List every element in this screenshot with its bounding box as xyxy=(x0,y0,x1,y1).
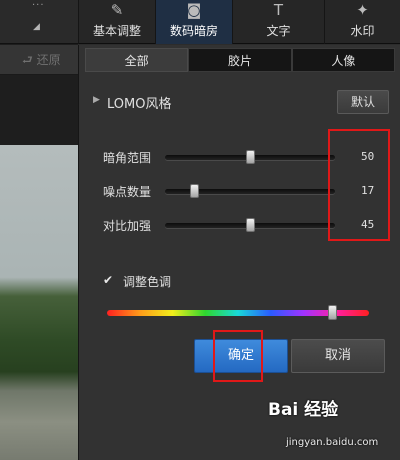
photo-preview xyxy=(0,145,78,460)
tool-digital-darkroom[interactable]: ◙ 数码暗房 xyxy=(155,0,232,44)
undo-button[interactable]: ⮐ 还原 xyxy=(22,51,61,72)
slider-label: 暗角范围 xyxy=(103,151,152,165)
text-icon: T xyxy=(273,1,284,19)
tool-label: 文字 xyxy=(266,24,291,38)
tool-label: 基本调整 xyxy=(92,24,141,38)
color-adjust-checkbox[interactable]: ✔ xyxy=(103,274,116,287)
darkroom-icon: ◙ xyxy=(186,1,202,19)
hue-slider[interactable] xyxy=(107,305,369,320)
tool-watermark[interactable]: ✦ 水印 xyxy=(324,0,400,44)
cancel-button[interactable]: 取消 xyxy=(291,339,385,373)
slider-label: 对比加强 xyxy=(103,219,152,233)
undo-label: 还原 xyxy=(36,53,61,67)
adjust-icon: ✎ xyxy=(110,1,124,19)
watermark-url: jingyan.baidu.com xyxy=(286,437,379,448)
tab-all[interactable]: 全部 xyxy=(85,48,189,72)
watermark-icon: ✦ xyxy=(356,1,369,19)
watermark-brand: Bai 经验 xyxy=(268,400,339,420)
slider-track[interactable] xyxy=(165,184,335,198)
undo-bar: ⮐ 还原 xyxy=(0,45,78,75)
preset-name: LOMO风格 xyxy=(107,97,172,112)
tab-portrait[interactable]: 人像 xyxy=(291,48,395,72)
default-button[interactable]: 默认 xyxy=(337,90,389,114)
tab-film[interactable]: 胶片 xyxy=(188,48,292,72)
slider-track[interactable] xyxy=(165,218,335,232)
slider-thumb[interactable] xyxy=(189,184,199,198)
expand-arrow-icon[interactable]: ▶ xyxy=(93,95,100,105)
undo-icon: ⮐ xyxy=(22,53,33,67)
tool-label: 水印 xyxy=(350,24,375,38)
menu-dots-icon[interactable]: ··· xyxy=(32,0,45,11)
collapse-triangle-icon[interactable]: ◢ xyxy=(33,22,40,32)
tool-basic-adjust[interactable]: ✎ 基本调整 xyxy=(78,0,155,44)
slider-label: 噪点数量 xyxy=(103,185,152,199)
tool-text[interactable]: T 文字 xyxy=(232,0,324,44)
color-adjust-label: 调整色调 xyxy=(123,275,172,289)
filter-tabs: 全部 胶片 人像 xyxy=(85,48,395,72)
top-toolbar: ✎ 基本调整 ◙ 数码暗房 T 文字 ✦ 水印 xyxy=(78,0,400,44)
canvas-area: ··· ◢ ⮐ 还原 xyxy=(0,0,78,460)
highlight-box-ok xyxy=(213,330,263,382)
hue-slider-thumb[interactable] xyxy=(328,305,338,320)
highlight-box-values xyxy=(328,129,390,241)
left-header: ··· ◢ xyxy=(0,0,78,44)
preset-header: ▶ LOMO风格 默认 xyxy=(93,87,389,117)
slider-thumb[interactable] xyxy=(246,150,255,164)
tool-label: 数码暗房 xyxy=(169,24,218,38)
baidu-watermark: Bai 经验 jingyan.baidu.com xyxy=(260,393,400,457)
slider-thumb[interactable] xyxy=(246,218,255,232)
slider-track[interactable] xyxy=(165,150,335,164)
